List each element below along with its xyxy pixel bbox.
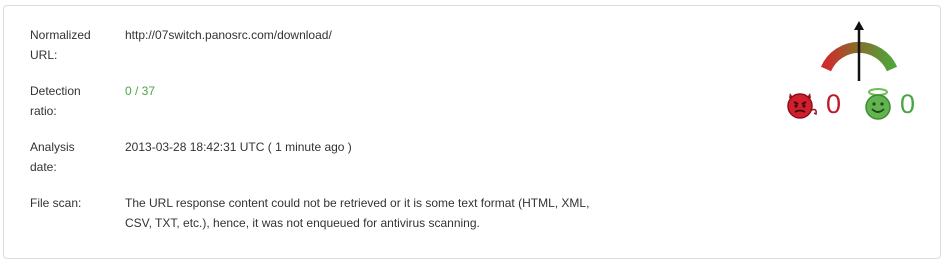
file-scan-value: The URL response content could not be re… <box>125 193 645 233</box>
detection-ratio-value: 0 / 37 <box>125 84 156 98</box>
analysis-date-label-line1: Analysis <box>30 140 75 154</box>
harmless-votes[interactable]: 0 <box>860 86 930 122</box>
normalized-url-value: http://07switch.panosrc.com/download/ <box>125 28 332 42</box>
analysis-panel: Normalized URL: http://07switch.panosrc.… <box>3 5 941 259</box>
gauge-needle-head-icon <box>854 21 864 30</box>
detection-ratio-label-line2: ratio: <box>30 104 57 118</box>
file-scan-value-line2: CSV, TXT, etc.), hence, it was not enque… <box>125 216 480 230</box>
normalized-url-label-line1: Normalized <box>30 28 91 42</box>
malicious-votes-count: 0 <box>826 89 842 119</box>
harmless-votes-count: 0 <box>900 89 916 119</box>
analysis-date-label: Analysis date: <box>30 137 110 177</box>
devil-face-icon <box>787 93 817 119</box>
detection-ratio-label: Detection ratio: <box>30 81 110 121</box>
detection-ratio-label-line1: Detection <box>30 84 81 98</box>
malicious-votes[interactable]: 0 <box>782 86 852 122</box>
community-votes: 0 0 <box>782 86 932 126</box>
normalized-url-label-line2: URL: <box>30 48 58 62</box>
analysis-date-label-line2: date: <box>30 160 57 174</box>
angel-face-icon <box>865 88 891 120</box>
normalized-url-label: Normalized URL: <box>30 25 110 65</box>
file-scan-value-line1: The URL response content could not be re… <box>125 196 590 210</box>
analysis-date-value: 2013-03-28 18:42:31 UTC ( 1 minute ago ) <box>125 140 352 154</box>
file-scan-label: File scan: <box>30 196 82 210</box>
